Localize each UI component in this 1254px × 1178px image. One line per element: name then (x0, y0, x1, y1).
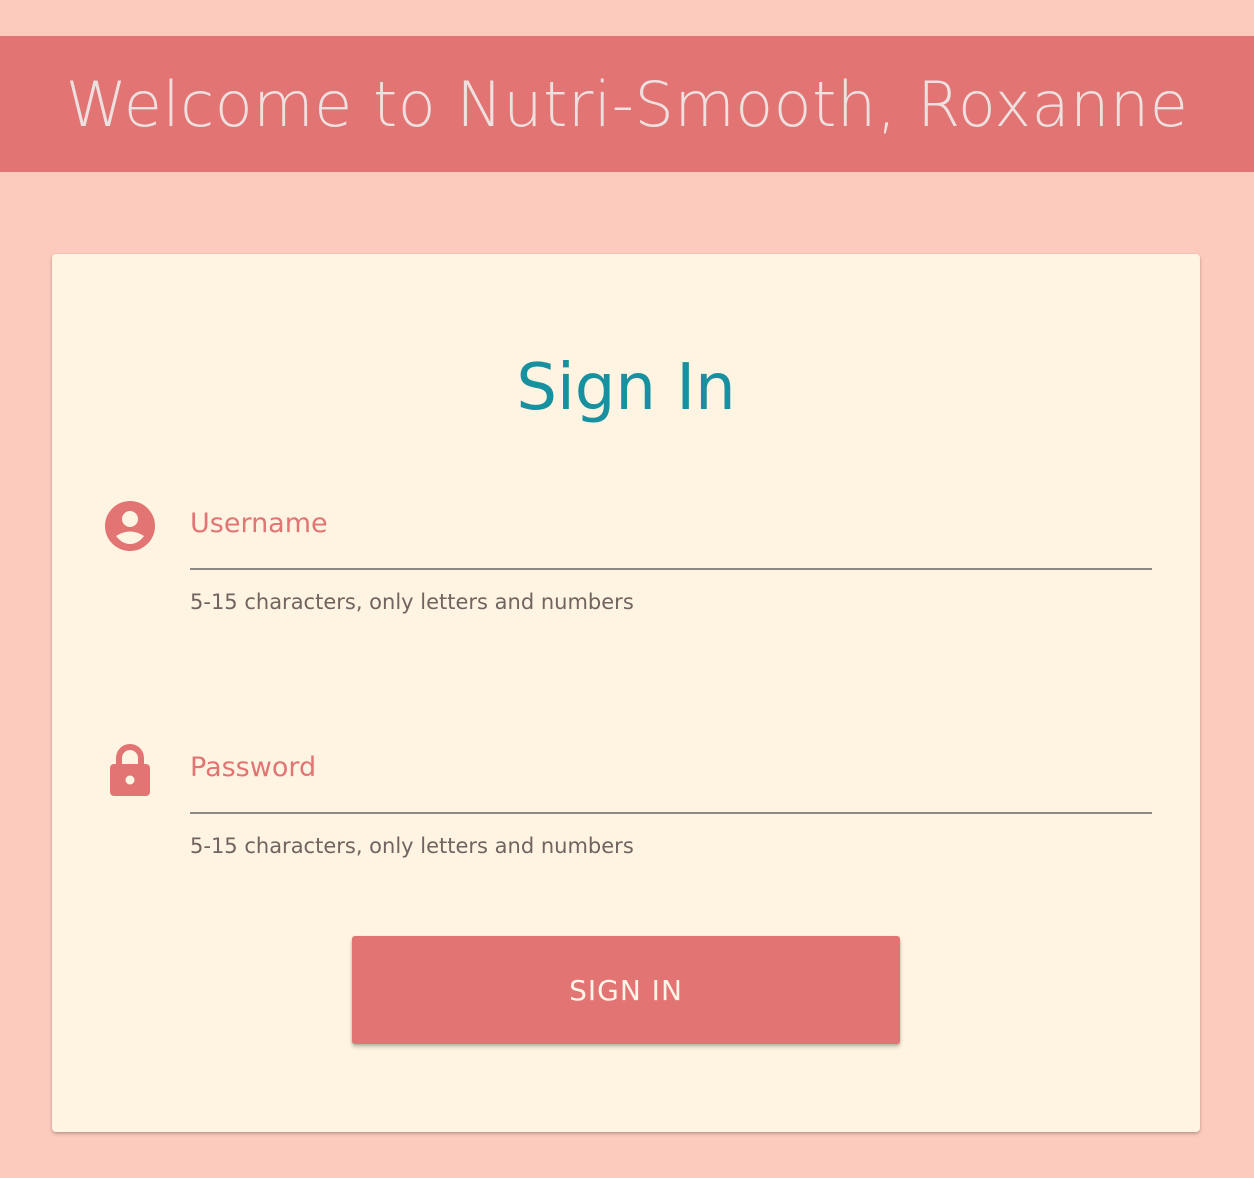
sign-in-card: Sign In 5-15 characters, only letters an… (52, 254, 1200, 1132)
username-hint: 5-15 characters, only letters and number… (190, 590, 634, 614)
password-hint: 5-15 characters, only letters and number… (190, 834, 634, 858)
account-circle-icon (104, 498, 156, 554)
username-field-group: 5-15 characters, only letters and number… (52, 494, 1200, 624)
header-bar: Welcome to Nutri-Smooth, Roxanne (0, 36, 1254, 172)
password-input[interactable] (190, 738, 1152, 814)
welcome-title: Welcome to Nutri-Smooth, Roxanne (65, 67, 1189, 141)
password-field-group: 5-15 characters, only letters and number… (52, 738, 1200, 868)
username-input[interactable] (190, 494, 1152, 570)
sign-in-button[interactable]: SIGN IN (352, 936, 900, 1044)
sign-in-heading: Sign In (516, 351, 736, 425)
lock-icon (104, 742, 156, 798)
